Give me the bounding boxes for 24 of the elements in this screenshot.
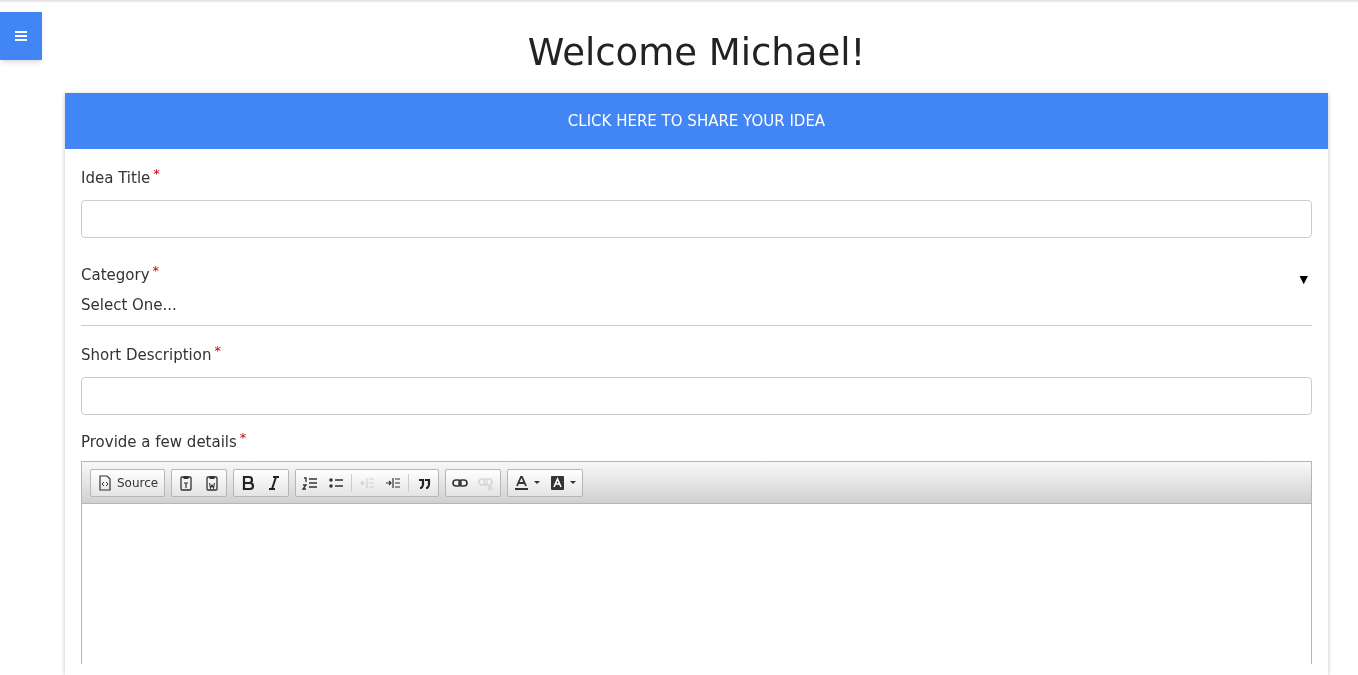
page-title: Welcome Michael!	[526, 30, 867, 76]
text-field[interactable]	[81, 376, 1312, 415]
numbered-list-icon	[302, 474, 319, 491]
menu-icon	[15, 31, 27, 41]
clipboard-w-icon	[204, 474, 221, 491]
clipboard-t-icon	[178, 474, 195, 491]
field-label: Provide a few details	[81, 431, 237, 453]
background-color-icon	[550, 474, 567, 491]
source-button[interactable]: Source	[94, 471, 162, 494]
field-label: Idea Title	[81, 168, 151, 189]
bold-icon	[240, 474, 257, 491]
share-idea-banner[interactable]: CLICK HERE TO SHARE YOUR IDEA	[65, 93, 1328, 149]
required-mark: *	[239, 430, 247, 445]
required-mark: *	[153, 167, 160, 181]
required-mark: *	[152, 263, 160, 278]
source-icon	[97, 474, 113, 491]
field-label: Short Description	[81, 345, 212, 366]
required-mark: *	[214, 344, 221, 358]
field-label: Category	[81, 264, 150, 286]
dropdown-arrow: ▼	[1299, 271, 1308, 288]
text-field[interactable]	[81, 199, 1312, 238]
category-dropdown[interactable]: Select One...	[81, 286, 1312, 326]
text-color-icon	[514, 474, 531, 491]
menu-button[interactable]	[0, 12, 42, 60]
